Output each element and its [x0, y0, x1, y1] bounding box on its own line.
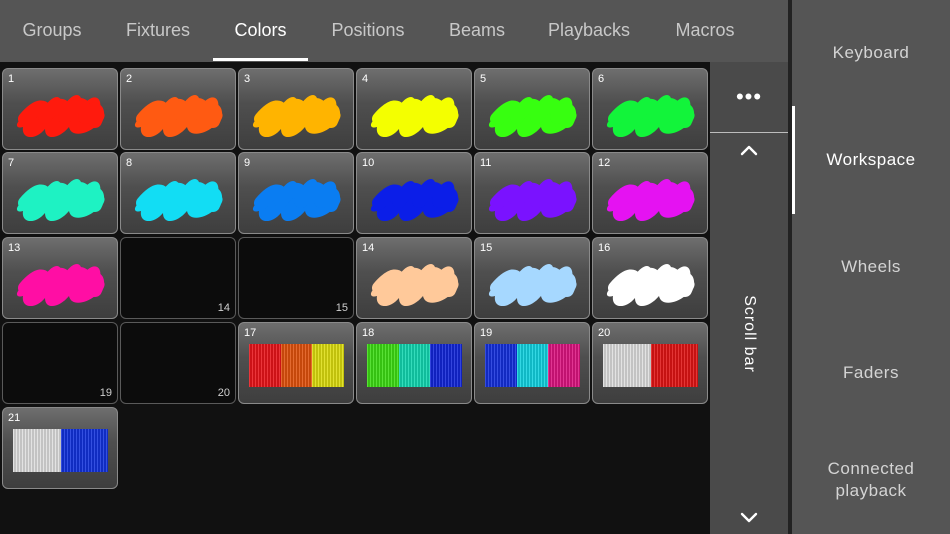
tile-number: 17 [244, 327, 257, 339]
chevron-down-icon[interactable] [737, 508, 761, 528]
sidebar: Keyboard Workspace Wheels Faders Connect… [792, 0, 950, 534]
color-bars-swatch [367, 344, 463, 387]
sidebar-item-workspace[interactable]: Workspace [792, 149, 950, 171]
tab-positions[interactable]: Positions [318, 0, 418, 62]
tab-beams[interactable]: Beams [432, 0, 522, 62]
color-preset-tile[interactable]: 2 [120, 68, 236, 150]
sidebar-item-connected-playback[interactable]: Connected playback [792, 458, 950, 502]
color-preset-tile[interactable]: 4 [356, 68, 472, 150]
color-bar [516, 344, 549, 387]
color-swatch-scribble [16, 178, 105, 222]
color-swatch-scribble [252, 178, 341, 222]
empty-slot[interactable]: 20 [120, 322, 236, 404]
tile-number: 19 [99, 387, 112, 399]
color-preset-tile[interactable]: 13 [2, 237, 118, 319]
color-preset-tile[interactable]: 18 [356, 322, 472, 404]
color-preset-tile[interactable]: 19 [474, 322, 590, 404]
color-swatch-scribble [488, 263, 577, 307]
color-swatch-scribble [16, 263, 105, 307]
color-swatch-scribble [370, 263, 459, 307]
color-swatch-scribble [488, 178, 577, 222]
color-preset-tile[interactable]: 15 [474, 237, 590, 319]
color-bar [650, 344, 698, 387]
tile-number: 14 [217, 302, 230, 314]
color-bar [312, 344, 345, 387]
color-preset-tile[interactable]: 14 [356, 237, 472, 319]
sidebar-item-wheels[interactable]: Wheels [792, 256, 950, 278]
color-swatch-scribble [370, 178, 459, 222]
color-swatch-scribble [252, 94, 341, 138]
category-tab-bar: Groups Fixtures Colors Positions Beams P… [0, 0, 788, 62]
color-preset-tile[interactable]: 16 [592, 237, 708, 319]
color-preset-tile[interactable]: 20 [592, 322, 708, 404]
color-preset-tile[interactable]: 11 [474, 152, 590, 234]
tile-number: 19 [480, 327, 493, 339]
color-preset-tile[interactable]: 6 [592, 68, 708, 150]
color-bars-swatch [485, 344, 581, 387]
color-bar [280, 344, 313, 387]
empty-slot[interactable]: 19 [2, 322, 118, 404]
color-bar [13, 429, 61, 472]
color-preset-tile[interactable]: 10 [356, 152, 472, 234]
color-preset-tile[interactable]: 1 [2, 68, 118, 150]
color-swatch-scribble [606, 263, 695, 307]
color-swatch-scribble [488, 94, 577, 138]
chevron-up-icon[interactable] [737, 140, 761, 160]
color-swatch-scribble [606, 178, 695, 222]
color-bars-swatch [603, 344, 698, 387]
color-bar [398, 344, 431, 387]
tab-playbacks[interactable]: Playbacks [534, 0, 644, 62]
more-options-button[interactable]: ••• [710, 62, 788, 132]
color-bar [249, 344, 281, 387]
empty-slot[interactable]: 15 [238, 237, 354, 319]
tab-macros[interactable]: Macros [660, 0, 750, 62]
color-palette-grid: 1 2 3 4 5 6 7 8 9 10 11 12 13 14 15 14 15 16 19 20 17 18 19 20 2… [0, 62, 710, 534]
tab-colors[interactable]: Colors [213, 0, 308, 62]
color-preset-tile[interactable]: 7 [2, 152, 118, 234]
color-preset-tile[interactable]: 3 [238, 68, 354, 150]
sidebar-item-keyboard[interactable]: Keyboard [792, 42, 950, 64]
color-bar [603, 344, 651, 387]
tile-number: 15 [335, 302, 348, 314]
tile-number: 20 [598, 327, 611, 339]
scroll-bar-label[interactable]: Scroll bar [740, 295, 758, 373]
color-swatch-scribble [16, 94, 105, 138]
scroll-column-divider [710, 132, 788, 133]
color-swatch-scribble [134, 178, 223, 222]
tile-number: 21 [8, 412, 21, 424]
color-preset-tile[interactable]: 8 [120, 152, 236, 234]
color-preset-tile[interactable]: 17 [238, 322, 354, 404]
color-bar [367, 344, 399, 387]
tab-groups[interactable]: Groups [8, 0, 96, 62]
color-preset-tile[interactable]: 21 [2, 407, 118, 489]
color-preset-tile[interactable]: 5 [474, 68, 590, 150]
sidebar-item-faders[interactable]: Faders [792, 362, 950, 384]
color-preset-tile[interactable]: 9 [238, 152, 354, 234]
empty-slot[interactable]: 14 [120, 237, 236, 319]
color-bars-swatch [13, 429, 108, 472]
color-bar [548, 344, 581, 387]
color-swatch-scribble [370, 94, 459, 138]
color-bars-swatch [249, 344, 345, 387]
color-preset-tile[interactable]: 12 [592, 152, 708, 234]
color-bar [485, 344, 517, 387]
color-bar [430, 344, 463, 387]
scroll-column: ••• Scroll bar [710, 62, 788, 534]
tile-number: 20 [217, 387, 230, 399]
tile-number: 18 [362, 327, 375, 339]
color-swatch-scribble [606, 94, 695, 138]
tab-fixtures[interactable]: Fixtures [110, 0, 206, 62]
color-swatch-scribble [134, 94, 223, 138]
color-bar [60, 429, 108, 472]
